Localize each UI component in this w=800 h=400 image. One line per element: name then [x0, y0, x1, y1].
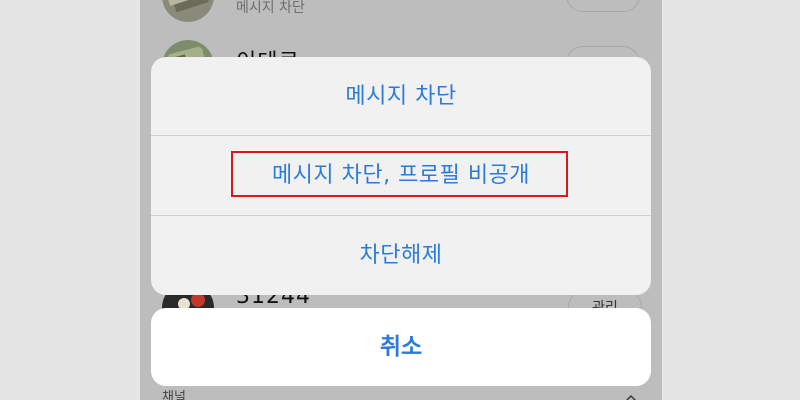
manage-button[interactable]: [566, 0, 640, 12]
list-item[interactable]: 메시지 차단: [140, 0, 662, 40]
chevron-up-icon[interactable]: [624, 388, 638, 400]
block-messages-button[interactable]: 메시지 차단: [151, 57, 651, 136]
section-label-channel: 채널: [162, 390, 186, 400]
list-item-subtitle: 메시지 차단: [236, 0, 305, 16]
avatar: [162, 0, 214, 22]
unblock-button[interactable]: 차단해제: [151, 216, 651, 295]
highlight-box: [231, 151, 568, 197]
cancel-button[interactable]: 취소: [151, 308, 651, 386]
